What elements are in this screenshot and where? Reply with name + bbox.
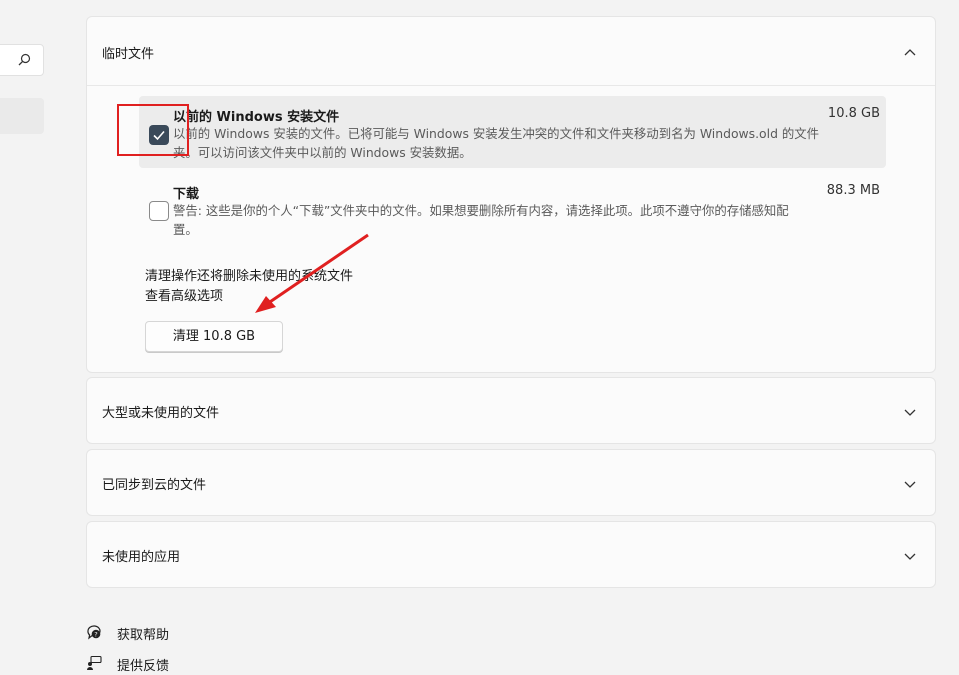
give-feedback-label: 提供反馈	[117, 659, 170, 674]
annotation-arrow	[255, 233, 369, 313]
chevron-down-icon[interactable]	[903, 476, 917, 490]
section-cloud-synced-files[interactable]: 已同步到云的文件	[86, 449, 936, 516]
section-title: 大型或未使用的文件	[102, 406, 220, 421]
section-large-unused-files[interactable]: 大型或未使用的文件	[86, 377, 936, 444]
get-help-link[interactable]: ? 获取帮助	[86, 624, 206, 644]
help-icon: ?	[86, 624, 102, 640]
search-icon	[16, 52, 32, 68]
divider	[87, 85, 935, 86]
get-help-label: 获取帮助	[117, 628, 170, 643]
section-unused-apps[interactable]: 未使用的应用	[86, 521, 936, 588]
clean-button[interactable]: 清理 10.8 GB	[145, 321, 283, 352]
search-box[interactable]	[0, 44, 44, 76]
checkbox-downloads[interactable]	[149, 201, 169, 221]
file-description: 以前的 Windows 安装的文件。已将可能与 Windows 安装发生冲突的文…	[173, 124, 880, 162]
temp-files-card: 临时文件 以前的 Windows 安装文件 10.8 GB 以前的 Window…	[86, 16, 936, 373]
chevron-down-icon[interactable]	[903, 404, 917, 418]
file-size: 88.3 MB	[826, 183, 880, 198]
section-title: 未使用的应用	[102, 550, 181, 565]
chevron-up-icon[interactable]	[903, 44, 917, 58]
file-description-line: 警告: 这些是你的个人“下载”文件夹中的文件。如果想要删除所有内容，请选择此项。…	[173, 203, 789, 218]
annotation-highlight-box	[117, 104, 189, 156]
file-size: 10.8 GB	[827, 106, 880, 121]
advanced-options-link[interactable]: 查看高级选项	[145, 285, 223, 304]
file-description-line: 夹。可以访问该文件夹中以前的 Windows 安装数据。	[173, 145, 472, 160]
temp-files-header[interactable]: 临时文件	[87, 17, 935, 85]
chevron-down-icon[interactable]	[903, 548, 917, 562]
file-row-previous-windows[interactable]: 以前的 Windows 安装文件 10.8 GB 以前的 Windows 安装的…	[139, 96, 886, 168]
file-name: 下载	[173, 187, 200, 202]
file-description-line: 以前的 Windows 安装的文件。已将可能与 Windows 安装发生冲突的文…	[173, 126, 820, 141]
section-title: 已同步到云的文件	[102, 478, 207, 493]
temp-files-title: 临时文件	[102, 47, 155, 62]
file-name: 以前的 Windows 安装文件	[173, 110, 340, 125]
svg-text:?: ?	[94, 630, 97, 638]
nav-item-selected[interactable]	[0, 98, 44, 134]
give-feedback-link[interactable]: 提供反馈	[86, 655, 206, 675]
